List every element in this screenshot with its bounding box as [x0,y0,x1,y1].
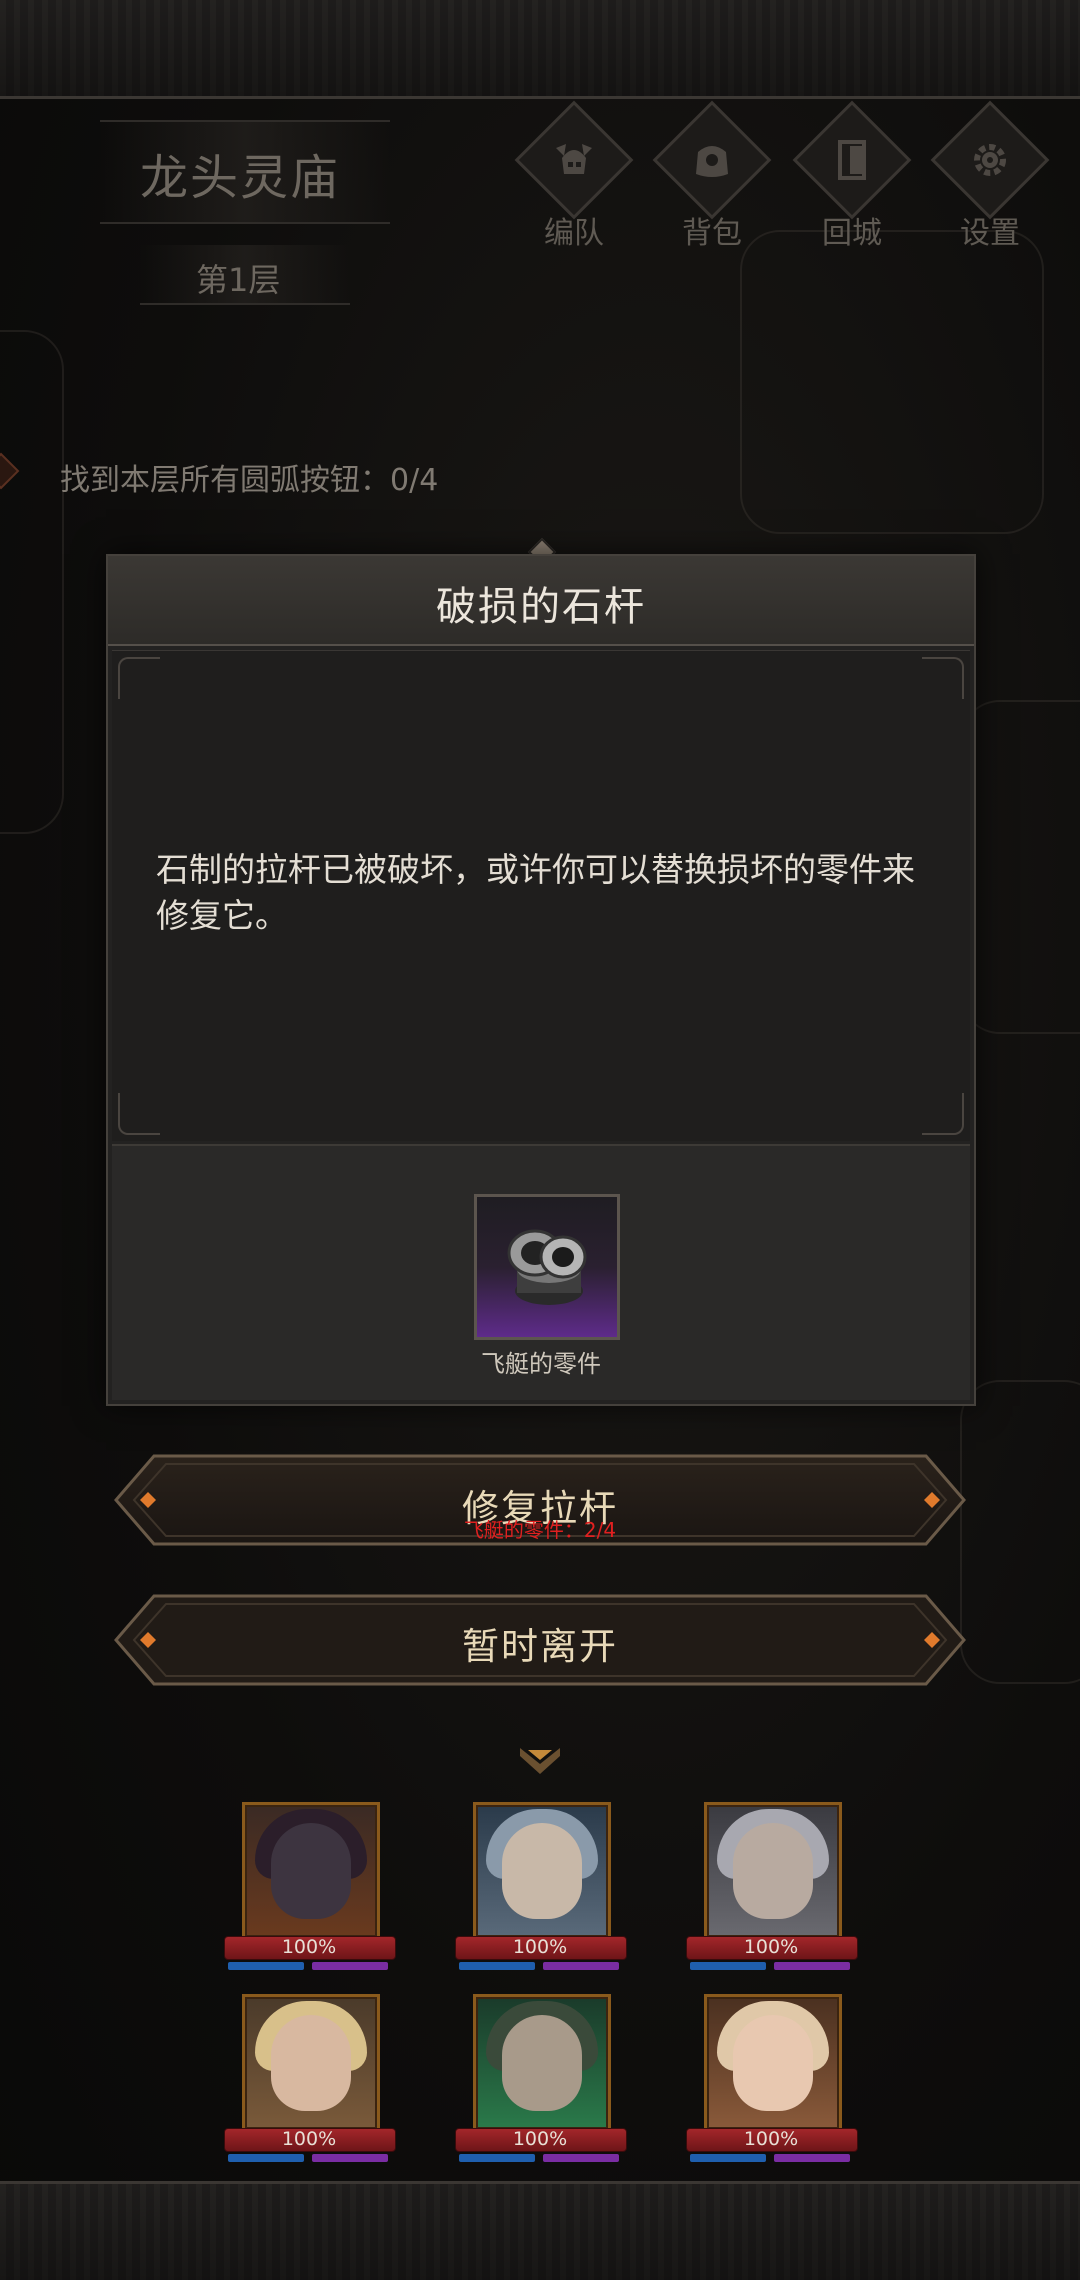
gear-icon [974,144,1006,176]
hero-card[interactable]: 100% [455,1994,627,2169]
energy-bar [459,2154,535,2162]
item-name: 飞艇的零件 [481,1350,601,1378]
menu-backpack-button[interactable]: 背包 [652,100,772,251]
repair-lever-button[interactable]: 修复拉杆 飞艇的零件：2/4 [114,1454,966,1546]
corner-ornament [922,1093,964,1135]
hero-card[interactable]: 100% [686,1994,858,2169]
mana-bar [774,1962,850,1970]
floor-label: 第1层 [196,261,281,299]
hero-portrait [242,1994,380,2132]
leave-button[interactable]: 暂时离开 [114,1594,966,1686]
gear-part-icon [507,1229,587,1305]
hp-value: 100% [512,2128,568,2150]
hero-face [271,2015,351,2111]
energy-bar [228,1962,304,1970]
hero-portrait [473,1994,611,2132]
corner-ornament [118,657,160,699]
hp-value: 100% [743,1936,799,1958]
dialog-title: 破损的石杆 [436,584,646,630]
helmet-icon [556,144,592,174]
hero-face [733,1823,813,1919]
mana-bar [312,2154,388,2162]
energy-bar [228,2154,304,2162]
menu-team-button[interactable]: 编队 [514,100,634,251]
hero-portrait [704,1802,842,1940]
corner-ornament [118,1093,160,1135]
dialog-body: 石制的拉杆已被破坏，或许你可以替换损坏的零件来修复它。 [112,650,970,1141]
hero-face [502,1823,582,1919]
top-frame [0,0,1080,99]
hero-face [502,2015,582,2111]
hero-portrait [704,1994,842,2132]
energy-bar [690,1962,766,1970]
location-title: 龙头灵庙 [140,150,341,206]
hero-portrait [473,1802,611,1940]
background-structure [0,330,64,834]
mana-bar [543,2154,619,2162]
hero-card[interactable]: 100% [455,1802,627,1977]
door-icon [838,140,866,180]
dialog-description: 石制的拉杆已被破坏，或许你可以替换损坏的零件来修复它。 [156,850,915,935]
corner-ornament [922,657,964,699]
menu-return-button[interactable]: 回城 [792,100,912,251]
item-slot[interactable] [474,1194,620,1340]
hero-card[interactable]: 100% [224,1994,396,2169]
menu-settings-button[interactable]: 设置 [930,100,1050,251]
repair-requirement: 飞艇的零件：2/4 [463,1518,617,1542]
dialog-reward-area: 飞艇的零件 [112,1144,970,1400]
energy-bar [459,1962,535,1970]
hp-value: 100% [281,1936,337,1958]
energy-bar [690,2154,766,2162]
mana-bar [312,1962,388,1970]
hp-value: 100% [743,2128,799,2150]
menu-settings-frame [930,100,1050,220]
quest-objective: 找到本层所有圆弧按钮：0/4 [60,463,439,498]
background-structure [740,230,1044,534]
hp-value: 100% [281,2128,337,2150]
hero-face [733,2015,813,2111]
background-structure [960,1380,1080,1684]
background-structure [960,700,1080,1034]
menu-team-frame [514,100,634,220]
game-screen: 龙头灵庙 第1层 编队 背包 回城 设置 找到本层所有圆弧按钮：0/4 破损的石… [0,0,1080,2280]
menu-backpack-frame [652,100,772,220]
party-collapse-icon[interactable] [516,1744,564,1780]
bottom-frame [0,2181,1080,2280]
hero-card[interactable]: 100% [686,1802,858,1977]
mana-bar [543,1962,619,1970]
event-dialog: 破损的石杆 石制的拉杆已被破坏，或许你可以替换损坏的零件来修复它。 飞艇的零件 [106,554,976,1406]
mana-bar [774,2154,850,2162]
dialog-header: 破损的石杆 [108,556,974,646]
backpack-icon [696,146,728,177]
menu-return-frame [792,100,912,220]
hero-face [271,1823,351,1919]
hero-portrait [242,1802,380,1940]
leave-label: 暂时离开 [462,1625,618,1668]
hp-value: 100% [512,1936,568,1958]
hero-card[interactable]: 100% [224,1802,396,1977]
